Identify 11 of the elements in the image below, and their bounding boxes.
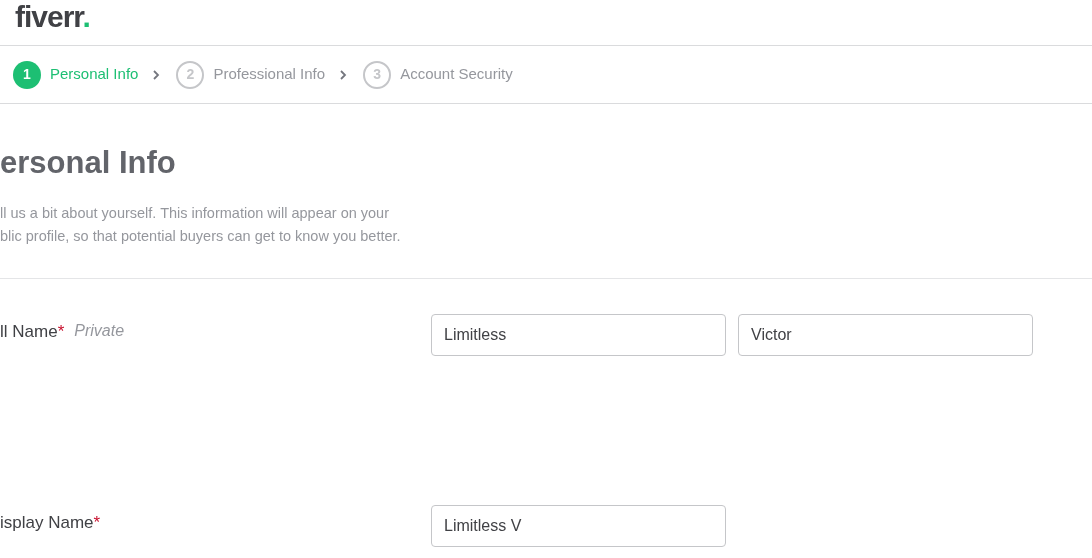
section-title: ersonal Info bbox=[0, 144, 177, 182]
field-label: isplay Name* bbox=[0, 512, 101, 534]
fiverr-logo[interactable]: fiverr. bbox=[15, 2, 90, 32]
chevron-right-icon bbox=[152, 69, 161, 80]
section-description: ll us a bit about yourself. This information will appear on your blic profile, so that potential buyers can get to know you better. bbox=[0, 204, 402, 246]
text-input[interactable]: Limitless bbox=[431, 314, 726, 356]
text-input[interactable]: Limitless V bbox=[431, 505, 726, 547]
text-input[interactable]: Victor bbox=[738, 314, 1033, 356]
field-note: Private bbox=[74, 321, 125, 341]
chevron-right-icon bbox=[339, 69, 348, 80]
field-label: ll Name* bbox=[0, 321, 65, 343]
